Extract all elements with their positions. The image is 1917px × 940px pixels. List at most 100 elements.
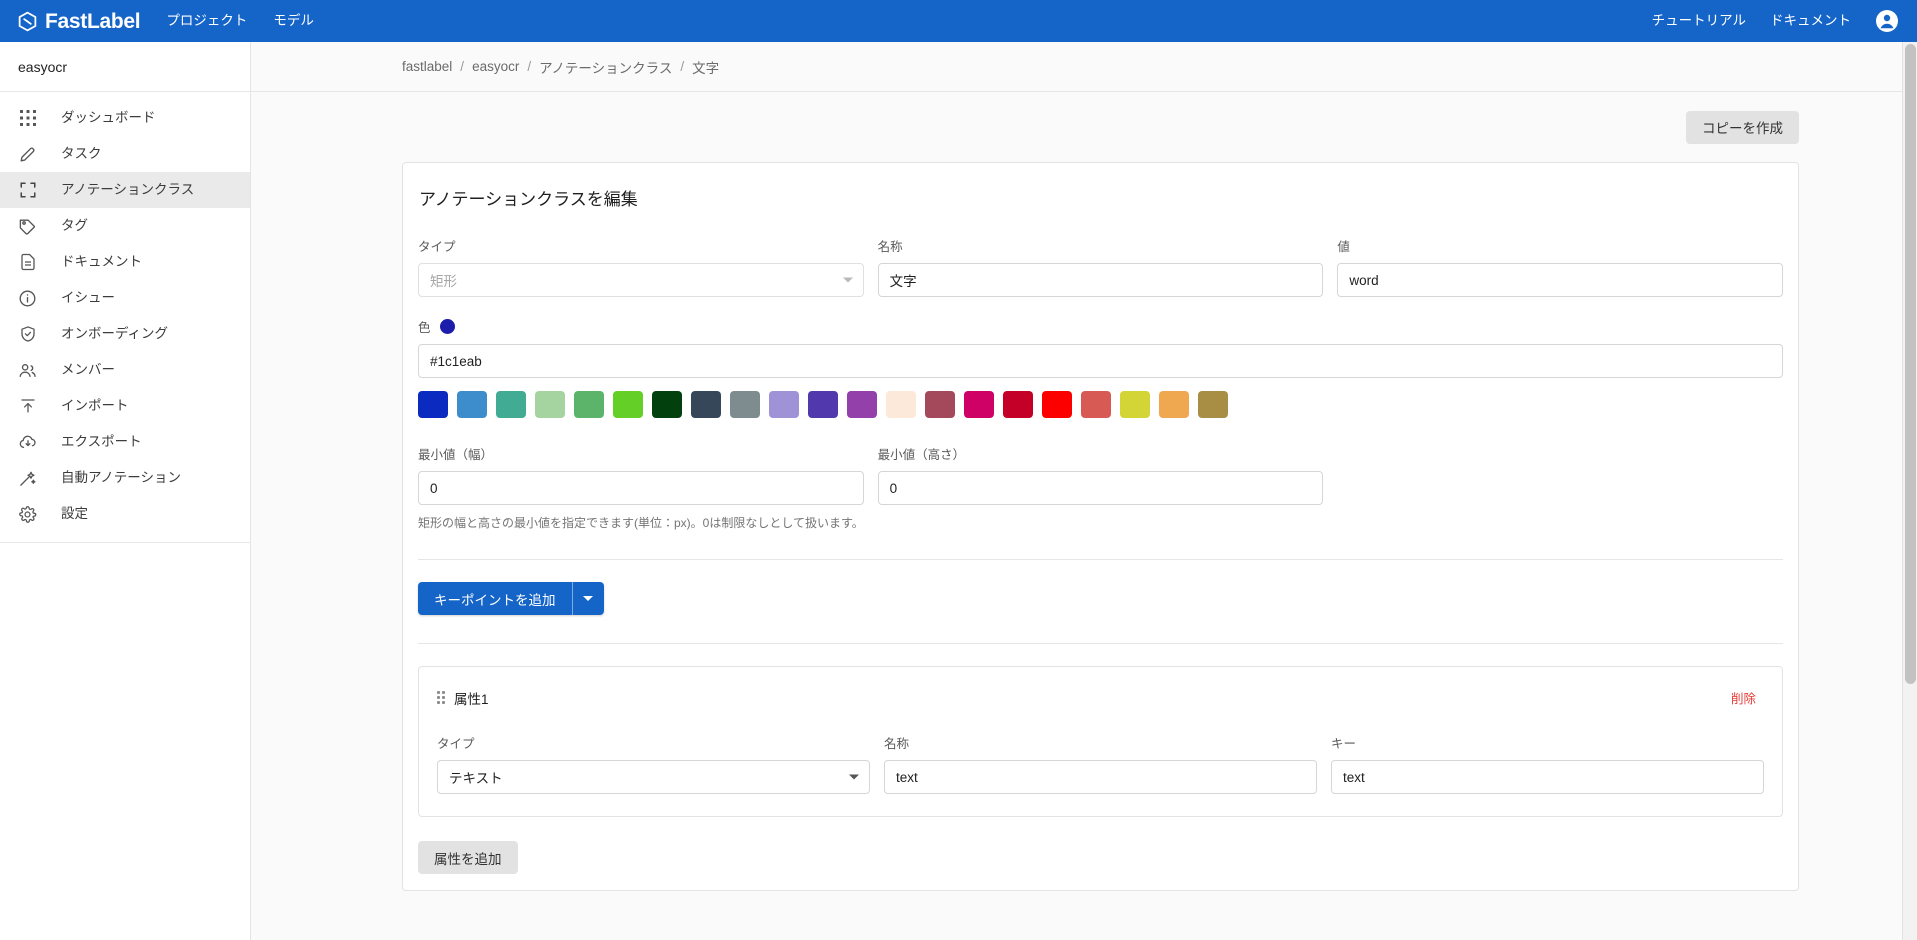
brand-logo[interactable]: FastLabel xyxy=(17,9,141,33)
color-swatch-16[interactable] xyxy=(1042,391,1072,418)
color-swatch-11[interactable] xyxy=(847,391,877,418)
color-label-row: 色 xyxy=(418,317,1783,336)
color-swatch-0[interactable] xyxy=(418,391,448,418)
color-swatch-2[interactable] xyxy=(496,391,526,418)
color-swatch-19[interactable] xyxy=(1159,391,1189,418)
sidebar-item-label: ダッシュボード xyxy=(61,110,156,126)
attribute-title: 属性1 xyxy=(454,691,489,707)
breadcrumb-item-easyocr[interactable]: easyocr xyxy=(472,59,519,74)
page-scrollbar-thumb[interactable] xyxy=(1905,44,1916,684)
color-swatch-15[interactable] xyxy=(1003,391,1033,418)
tag-icon xyxy=(17,216,38,237)
topnav-projects[interactable]: プロジェクト xyxy=(166,14,247,28)
color-swatch-3[interactable] xyxy=(535,391,565,418)
sidebar-item-label: オンボーディング xyxy=(61,326,169,342)
min-height-input[interactable] xyxy=(877,471,1324,505)
edit-annotation-class-card: アノテーションクラスを編集 タイプ 矩形 名称 値 色 xyxy=(402,162,1799,891)
color-swatch-18[interactable] xyxy=(1120,391,1150,418)
field-min-height: 最小値（高さ） xyxy=(877,444,1324,505)
sidebar-item-export[interactable]: エクスポート xyxy=(0,424,250,460)
form-row-basic: タイプ 矩形 名称 値 xyxy=(418,236,1784,297)
field-name: 名称 xyxy=(877,236,1324,297)
color-swatch-7[interactable] xyxy=(691,391,721,418)
breadcrumb-item-annotation-class[interactable]: アノテーションクラス xyxy=(539,57,672,77)
page-action-row: コピーを作成 xyxy=(251,92,1917,162)
topnav-tutorial[interactable]: チュートリアル xyxy=(1652,14,1746,28)
color-swatch-9[interactable] xyxy=(769,391,799,418)
min-width-input[interactable] xyxy=(418,471,864,505)
brand-name: FastLabel xyxy=(45,9,141,33)
account-circle-icon[interactable] xyxy=(1875,9,1899,33)
field-min-height-label: 最小値（高さ） xyxy=(877,448,966,462)
attribute-type-select-wrapper: テキスト xyxy=(437,760,870,794)
attribute-field-name: 名称 xyxy=(884,733,1317,794)
top-navigation-bar: FastLabel プロジェクト モデル チュートリアル ドキュメント xyxy=(0,0,1917,42)
sidebar-item-label: インポート xyxy=(61,398,129,414)
topnav-documents[interactable]: ドキュメント xyxy=(1770,14,1851,28)
attribute-name-input[interactable] xyxy=(884,760,1317,794)
add-keypoint-button[interactable]: キーポイントを追加 xyxy=(418,582,572,615)
attribute-item: 属性1 削除 タイプ テキスト 名称 キー xyxy=(418,666,1783,817)
sidebar-item-document[interactable]: ドキュメント xyxy=(0,244,250,280)
divider-above-attributes xyxy=(418,643,1783,644)
sidebar-item-auto-annotation[interactable]: 自動アノテーション xyxy=(0,460,250,496)
sidebar-item-tag[interactable]: タグ xyxy=(0,208,250,244)
breadcrumb: fastlabel / easyocr / アノテーションクラス / 文字 xyxy=(251,42,1917,92)
add-attribute-button[interactable]: 属性を追加 xyxy=(418,841,518,874)
sidebar-project-name[interactable]: easyocr xyxy=(0,42,250,92)
sidebar-item-annotation-class[interactable]: アノテーションクラス xyxy=(0,172,250,208)
page-scrollbar-track[interactable] xyxy=(1902,42,1917,940)
sidebar-item-settings[interactable]: 設定 xyxy=(0,496,250,532)
grid-dashboard-icon xyxy=(17,108,38,129)
color-swatch-6[interactable] xyxy=(652,391,682,418)
field-color-label: 色 xyxy=(418,321,431,335)
color-swatch-20[interactable] xyxy=(1198,391,1228,418)
pencil-icon xyxy=(17,144,38,165)
color-swatch-14[interactable] xyxy=(964,391,994,418)
current-color-swatch-dot xyxy=(439,319,455,334)
document-icon xyxy=(17,252,38,273)
sidebar-item-import[interactable]: インポート xyxy=(0,388,250,424)
color-swatch-4[interactable] xyxy=(574,391,604,418)
create-copy-button[interactable]: コピーを作成 xyxy=(1686,110,1799,144)
crop-frame-icon xyxy=(17,180,38,201)
breadcrumb-item-current: 文字 xyxy=(692,60,720,76)
gear-icon xyxy=(17,504,38,525)
color-swatch-10[interactable] xyxy=(808,391,838,418)
top-nav-links: プロジェクト モデル xyxy=(166,14,314,28)
sidebar-item-issue[interactable]: イシュー xyxy=(0,280,250,316)
attribute-delete-button[interactable]: 削除 xyxy=(1723,684,1764,711)
attribute-type-select[interactable]: テキスト xyxy=(437,760,870,794)
attribute-field-key: キー xyxy=(1331,733,1764,794)
color-swatch-8[interactable] xyxy=(730,391,760,418)
divider-above-keypoint xyxy=(418,559,1783,560)
name-input[interactable] xyxy=(877,263,1324,297)
sidebar-item-member[interactable]: メンバー xyxy=(0,352,250,388)
chevron-down-icon xyxy=(583,596,593,601)
breadcrumb-item-fastlabel[interactable]: fastlabel xyxy=(402,59,452,74)
field-spacer xyxy=(1337,444,1783,505)
color-hex-input[interactable] xyxy=(418,344,1783,378)
sidebar-item-label: タスク xyxy=(61,146,102,162)
add-keypoint-dropdown-button[interactable] xyxy=(571,582,604,615)
drag-handle-icon[interactable] xyxy=(437,691,445,704)
color-swatch-17[interactable] xyxy=(1081,391,1111,418)
value-input[interactable] xyxy=(1337,263,1784,297)
magic-wand-icon xyxy=(17,468,38,489)
color-swatch-1[interactable] xyxy=(457,391,487,418)
color-swatch-13[interactable] xyxy=(925,391,955,418)
add-attribute-row: 属性を追加 xyxy=(418,841,1783,890)
attribute-key-input[interactable] xyxy=(1331,760,1764,794)
topnav-models[interactable]: モデル xyxy=(273,14,314,28)
sidebar-item-onboarding[interactable]: オンボーディング xyxy=(0,316,250,352)
sidebar-item-label: 自動アノテーション xyxy=(61,470,182,486)
color-swatch-12[interactable] xyxy=(886,391,916,418)
attribute-type-label: タイプ xyxy=(437,737,475,751)
minimum-helper-text: 矩形の幅と高さの最小値を指定できます(単位：px)。0は制限なしとして扱います。 xyxy=(418,516,864,530)
sidebar-item-dashboard[interactable]: ダッシュボード xyxy=(0,100,250,136)
sidebar-item-tasks[interactable]: タスク xyxy=(0,136,250,172)
color-swatch-5[interactable] xyxy=(613,391,643,418)
main-content: fastlabel / easyocr / アノテーションクラス / 文字 コピ… xyxy=(251,42,1917,940)
breadcrumb-separator: / xyxy=(460,59,465,74)
people-icon xyxy=(17,360,38,381)
